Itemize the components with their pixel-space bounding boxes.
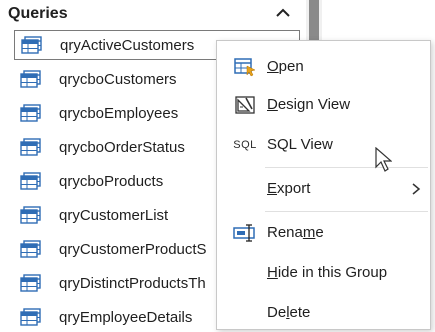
menu-item-design-view[interactable]: Design View [217,87,430,123]
query-label: qrycboProducts [59,172,164,190]
menu-item-export[interactable]: Export [217,171,430,207]
query-label: qryDistinctProductsTh [59,274,206,292]
menu-item-rename[interactable]: Rename [217,215,430,251]
menu-label-sql-view: SQL View [267,136,333,153]
scrollbar-thumb[interactable] [309,0,319,40]
query-label: qrycboOrderStatus [59,138,185,156]
menu-label-delete: Delete [267,304,311,321]
menu-label-export: Export [267,180,311,197]
query-label: qryEmployeeDetails [59,308,193,326]
mouse-pointer-icon [375,147,392,172]
context-menu: Open Design View SQL SQL View Export Ren… [216,40,431,330]
query-icon [20,206,41,224]
group-title: Queries [8,5,68,22]
query-label: qryCustomerProductS [59,240,207,258]
menu-label-open: Open [267,58,304,75]
menu-label-rename: Rename [267,224,324,241]
sql-icon: SQL [233,139,257,151]
query-icon [20,172,41,190]
menu-item-sql-view[interactable]: SQL SQL View [217,127,430,163]
chevron-up-icon[interactable] [272,3,294,23]
query-label: qrycboCustomers [59,70,177,88]
query-icon [20,240,41,258]
query-label: qryActiveCustomers [60,36,195,54]
submenu-arrow-icon [412,183,421,195]
query-icon [20,138,41,156]
open-query-icon [233,57,257,77]
query-icon [20,70,41,88]
menu-separator [265,167,428,168]
query-icon [21,36,42,54]
rename-icon [233,223,257,243]
menu-item-hide-in-group[interactable]: Hide in this Group [217,255,430,291]
group-header-queries[interactable]: Queries [0,0,306,28]
query-icon [20,104,41,122]
query-label: qryCustomerList [59,206,169,224]
menu-label-design-view: Design View [267,96,351,113]
query-label: qrycboEmployees [59,104,179,122]
query-icon [20,308,41,326]
query-icon [20,274,41,292]
menu-item-delete[interactable]: Delete [217,295,430,331]
menu-label-hide-in-group: Hide in this Group [267,264,388,281]
menu-item-open[interactable]: Open [217,49,430,85]
menu-separator [265,211,428,212]
design-view-icon [233,95,257,115]
